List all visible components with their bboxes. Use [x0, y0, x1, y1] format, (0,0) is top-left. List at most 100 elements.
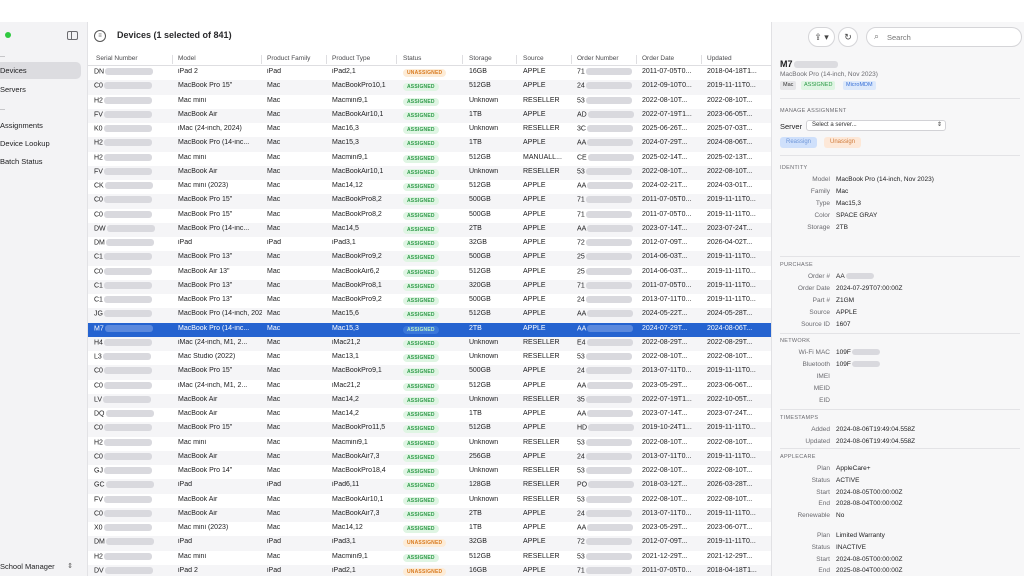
table-row[interactable]: H2 Mac mini Mac Macmini9,1 ASSIGNED 512GB RESE… — [88, 551, 771, 565]
table-row[interactable]: C0 MacBook Pro 15" Mac MacBookPro8,2 ASSIGNE… — [88, 209, 771, 223]
column-header-order-number[interactable]: Order Number — [577, 55, 619, 62]
server-select[interactable]: Select a server... ⇕ — [806, 120, 946, 131]
column-divider[interactable] — [261, 55, 262, 64]
table-row[interactable]: H2 Mac mini Mac Macmini9,1 ASSIGNED Unknown RE… — [88, 437, 771, 451]
column-header-updated[interactable]: Updated — [707, 55, 732, 62]
table-row[interactable]: C1 MacBook Pro 13" Mac MacBookPro8,1 ASSIGNE… — [88, 279, 771, 294]
table-row[interactable]: X0 Mac mini (2023) Mac Mac14,12 ASSIGNED 1TB A… — [88, 522, 771, 536]
account-switcher[interactable]: School Manager ⇕ — [0, 560, 76, 574]
detail-value[interactable]: AA — [836, 273, 874, 280]
table-row[interactable]: C0 iMac (24-inch, M1, 2... Mac iMac21,2 ASSI… — [88, 380, 771, 394]
table-row[interactable]: M7 MacBook Pro (14-inc... Mac Mac15,3 ASSIGN… — [88, 322, 771, 337]
detail-value[interactable]: Z1GM — [836, 297, 854, 304]
column-header-model[interactable]: Model — [178, 55, 196, 62]
search-field[interactable]: ⌕ — [866, 27, 1022, 47]
detail-value[interactable]: AppleCare+ — [836, 465, 871, 472]
detail-value[interactable]: INACTIVE — [836, 544, 866, 551]
detail-value[interactable]: 109F — [836, 361, 880, 368]
column-divider[interactable] — [701, 55, 702, 64]
refresh-button[interactable]: ↻ — [838, 27, 858, 47]
cell-text: 53 — [577, 438, 585, 446]
table-row[interactable]: LV MacBook Air Mac Mac14,2 ASSIGNED Unknown RE… — [88, 393, 771, 408]
detail-value[interactable]: 2024-08-06T19:49:04.558Z — [836, 438, 915, 445]
table-row[interactable]: DQ MacBook Air Mac Mac14,2 ASSIGNED 1TB APPLE A… — [88, 408, 771, 422]
detail-key: Wi-Fi MAC — [798, 349, 830, 356]
detail-value[interactable]: 2TB — [836, 224, 848, 231]
column-divider[interactable] — [396, 55, 397, 64]
table-row[interactable]: FV MacBook Air Mac MacBookAir10,1 ASSIGNED 1T… — [88, 108, 771, 123]
table-row[interactable]: C0 MacBook Air Mac MacBookAir7,3 ASSIGNED 256… — [88, 450, 771, 465]
reassign-button[interactable]: Reassign — [780, 137, 818, 148]
sidebar-item-devices[interactable]: Devices — [0, 62, 81, 79]
column-divider[interactable] — [571, 55, 572, 64]
window-zoom-button[interactable] — [5, 32, 11, 38]
sidebar-item-batch-status[interactable]: Batch Status — [0, 153, 81, 170]
detail-value[interactable]: 1607 — [836, 321, 850, 328]
table-cell: iPad3,1 — [332, 538, 356, 546]
unassign-button[interactable]: Unassign — [824, 137, 862, 148]
detail-value[interactable]: 2025-08-04T00:00:00Z — [836, 567, 903, 574]
column-header-serial[interactable]: Serial Number — [96, 55, 138, 62]
detail-value[interactable]: No — [836, 512, 844, 519]
table-row[interactable]: H2 Mac mini Mac Macmini9,1 ASSIGNED 512GB MANU… — [88, 152, 771, 166]
column-header-storage[interactable]: Storage — [469, 55, 492, 62]
column-header-family[interactable]: Product Family — [267, 55, 310, 62]
table-row[interactable]: L3 Mac Studio (2022) Mac Mac13,1 ASSIGNED Unk… — [88, 351, 771, 365]
table-row[interactable]: H2 MacBook Pro (14-inc... Mac Mac15,3 ASSIGN… — [88, 137, 771, 152]
table-row[interactable]: C0 MacBook Air Mac MacBookAir7,3 ASSIGNED 2TB… — [88, 507, 771, 522]
table-cell: APPLE — [523, 538, 546, 546]
table-row[interactable]: CK Mac mini (2023) Mac Mac14,12 ASSIGNED 512G… — [88, 180, 771, 194]
table-cell: Mac15,3 — [332, 139, 359, 147]
table-row[interactable]: GJ MacBook Pro 14" Mac MacBookPro18,4 ASSIGN… — [88, 465, 771, 479]
column-divider[interactable] — [516, 55, 517, 64]
detail-value[interactable]: SPACE GRAY — [836, 212, 877, 219]
detail-value[interactable]: ACTIVE — [836, 477, 859, 484]
column-divider[interactable] — [172, 55, 173, 64]
table-row[interactable]: DV iPad 2 iPad iPad2,1 UNASSIGNED 16GB APPLE 71… — [88, 564, 771, 576]
table-row[interactable]: C0 MacBook Pro 15" Mac MacBookPro10,1 ASSIGN… — [88, 80, 771, 95]
detail-key: Start — [816, 488, 830, 496]
detail-value[interactable]: 2024-07-29T07:00:00Z — [836, 285, 903, 292]
table-row[interactable]: C0 MacBook Pro 15" Mac MacBookPro8,2 ASSIGNE… — [88, 194, 771, 209]
detail-value[interactable]: 109F — [836, 349, 880, 356]
table-row[interactable]: DN iPad 2 iPad iPad2,1 UNASSIGNED 16GB APPLE 71… — [88, 66, 771, 80]
table-row[interactable]: JG MacBook Pro (14-inch, 2023) Mac Mac15,6 A… — [88, 308, 771, 323]
filter-icon[interactable]: ≡ — [94, 30, 106, 42]
column-divider[interactable] — [636, 55, 637, 64]
table-row[interactable]: C1 MacBook Pro 13" Mac MacBookPro9,2 ASSIGNE… — [88, 251, 771, 266]
detail-value[interactable]: Mac — [836, 188, 848, 195]
sidebar-item-device-lookup[interactable]: Device Lookup — [0, 135, 81, 152]
table-row[interactable]: FV MacBook Air Mac MacBookAir10,1 ASSIGNED Un… — [88, 494, 771, 508]
detail-value[interactable]: 2024-08-05T00:00:00Z — [836, 556, 903, 563]
table-row[interactable]: K0 iMac (24-inch, 2024) Mac Mac16,3 ASSIGNED… — [88, 123, 771, 137]
table-row[interactable]: H4 iMac (24-inch, M1, 2... Mac iMac21,2 ASSI… — [88, 336, 771, 351]
table-row[interactable]: DW MacBook Pro (14-inc... Mac Mac14,5 ASSIGN… — [88, 222, 771, 237]
table-row[interactable]: DM iPad iPad iPad3,1 UNASSIGNED 32GB APPLE 72 20… — [88, 536, 771, 551]
table-row[interactable]: GC iPad iPad iPad6,11 ASSIGNED 128GB RESELLER P… — [88, 479, 771, 494]
column-header-type[interactable]: Product Type — [332, 55, 370, 62]
sidebar-item-servers[interactable]: Servers — [0, 81, 81, 98]
table-row[interactable]: C0 MacBook Air 13" Mac MacBookAir6,2 ASSIGNE… — [88, 266, 771, 280]
table-row[interactable]: H2 Mac mini Mac Macmini9,1 ASSIGNED Unknown RE… — [88, 95, 771, 109]
detail-value[interactable]: MacBook Pro (14-inch, Nov 2023) — [836, 176, 934, 183]
column-header-status[interactable]: Status — [403, 55, 421, 62]
table-row[interactable]: C0 MacBook Pro 15" Mac MacBookPro11,5 ASSIGN… — [88, 422, 771, 437]
search-input[interactable] — [887, 30, 1012, 44]
sidebar-toggle-icon[interactable] — [67, 31, 78, 40]
table-row[interactable]: FV MacBook Air Mac MacBookAir10,1 ASSIGNED Un… — [88, 165, 771, 180]
table-row[interactable]: DM iPad iPad iPad3,1 ASSIGNED 32GB APPLE 72 2012… — [88, 237, 771, 251]
detail-value[interactable]: 2024-08-05T00:00:00Z — [836, 489, 903, 496]
detail-value[interactable]: Limited Warranty — [836, 532, 885, 539]
table-row[interactable]: C0 MacBook Pro 15" Mac MacBookPro9,1 ASSIGNE… — [88, 365, 771, 380]
column-header-source[interactable]: Source — [523, 55, 544, 62]
detail-value[interactable]: 2024-08-06T19:49:04.558Z — [836, 426, 915, 433]
sidebar-item-assignments[interactable]: Assignments — [0, 117, 81, 134]
table-row[interactable]: C1 MacBook Pro 13" Mac MacBookPro9,2 ASSIGNE… — [88, 294, 771, 308]
column-header-order-date[interactable]: Order Date — [642, 55, 674, 62]
detail-value[interactable]: APPLE — [836, 309, 857, 316]
column-divider[interactable] — [326, 55, 327, 64]
column-divider[interactable] — [462, 55, 463, 64]
detail-value[interactable]: Mac15,3 — [836, 200, 861, 207]
share-button[interactable]: ⇪ ▾ — [808, 27, 835, 47]
detail-value[interactable]: 2028-08-04T00:00:00Z — [836, 500, 903, 507]
